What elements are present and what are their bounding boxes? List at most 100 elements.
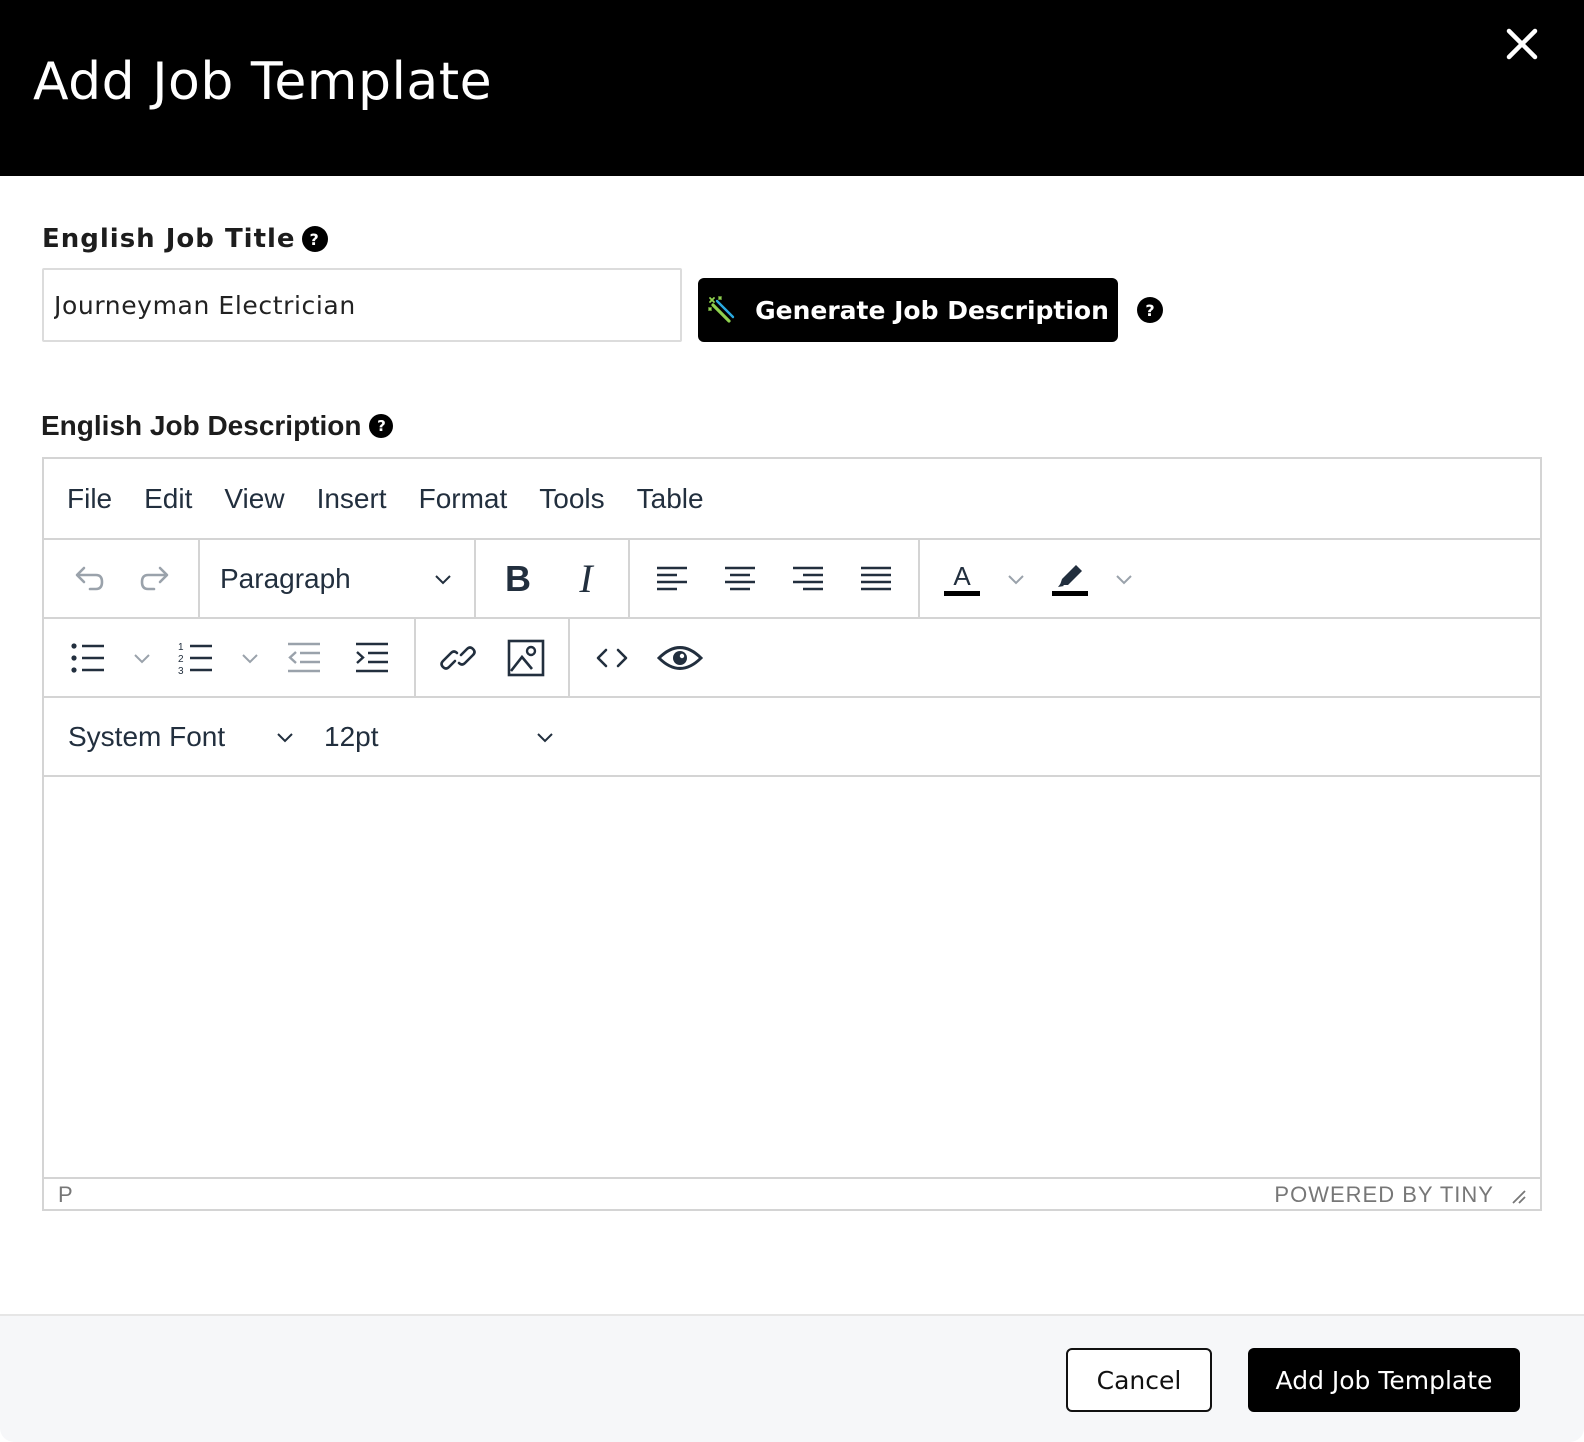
menu-view[interactable]: View — [208, 483, 300, 515]
help-icon[interactable]: ? — [301, 226, 328, 252]
source-code-button[interactable] — [580, 628, 644, 688]
editor-toolbar-row: System Font 12pt — [44, 696, 1540, 775]
insert-group — [416, 619, 570, 696]
outdent-button[interactable] — [272, 628, 336, 688]
indent-icon — [356, 642, 388, 672]
alignment-group — [630, 540, 920, 617]
job-title-input[interactable] — [42, 268, 682, 342]
menu-format[interactable]: Format — [403, 483, 524, 515]
chevron-down-icon — [537, 732, 553, 742]
align-justify-icon — [861, 566, 891, 590]
indent-button[interactable] — [340, 628, 404, 688]
italic-icon: I — [579, 556, 593, 601]
image-button[interactable] — [494, 628, 558, 688]
svg-text:3: 3 — [178, 666, 184, 676]
magic-wand-icon — [708, 296, 735, 323]
chevron-down-icon — [242, 653, 258, 663]
italic-button[interactable]: I — [554, 549, 618, 609]
help-icon[interactable]: ? — [1137, 297, 1163, 323]
image-icon — [507, 639, 545, 676]
close-icon — [1506, 28, 1538, 60]
rich-text-editor: File Edit View Insert Format Tools Table… — [42, 457, 1542, 1211]
branding-link[interactable]: POWERED BY TINY — [1274, 1182, 1494, 1208]
statusbar-right: POWERED BY TINY — [1274, 1182, 1526, 1208]
bullet-list-dropdown[interactable] — [124, 628, 160, 688]
preview-eye-icon — [657, 645, 703, 670]
align-right-button[interactable] — [776, 549, 840, 609]
svg-text:2: 2 — [178, 654, 184, 665]
bold-button[interactable]: B — [486, 549, 550, 609]
preview-button[interactable] — [648, 628, 712, 688]
element-path[interactable]: P — [58, 1182, 73, 1208]
text-color-icon: A — [944, 561, 980, 596]
generate-job-description-button[interactable]: Generate Job Description — [698, 278, 1118, 342]
generate-button-label: Generate Job Description — [755, 295, 1109, 325]
dialog-footer: Cancel Add Job Template — [0, 1314, 1584, 1442]
editor-toolbar-row: 123 — [44, 617, 1540, 696]
align-right-icon — [793, 566, 823, 590]
redo-icon — [140, 566, 169, 590]
dialog-header: Add Job Template — [0, 0, 1584, 176]
job-description-label: English Job Description ? — [41, 410, 394, 442]
bullet-list-icon — [71, 642, 104, 673]
align-left-icon — [657, 566, 687, 590]
text-color-dropdown[interactable] — [998, 549, 1034, 609]
help-icon[interactable]: ? — [369, 414, 394, 438]
font-group: System Font 12pt — [44, 698, 580, 775]
svg-text:1: 1 — [178, 642, 184, 653]
job-description-label-text: English Job Description — [41, 410, 362, 441]
job-title-label-text: English Job Title — [42, 224, 296, 254]
chevron-down-icon — [277, 732, 293, 742]
align-left-button[interactable] — [640, 549, 704, 609]
menu-tools[interactable]: Tools — [523, 483, 620, 515]
redo-button[interactable] — [124, 549, 188, 609]
text-color-button[interactable]: A — [930, 549, 994, 609]
color-group: A — [920, 540, 1152, 617]
menu-file[interactable]: File — [67, 483, 128, 515]
editor-toolbar-row: Paragraph B I A — [44, 538, 1540, 617]
block-format-value: Paragraph — [220, 562, 351, 594]
numbered-list-button[interactable]: 123 — [164, 628, 228, 688]
formatting-group: B I — [476, 540, 630, 617]
font-size-value: 12pt — [324, 720, 379, 752]
highlight-dropdown[interactable] — [1106, 549, 1142, 609]
svg-text:A: A — [953, 561, 971, 591]
chevron-down-icon — [134, 653, 150, 663]
dialog-title: Add Job Template — [33, 52, 493, 112]
editor-menubar: File Edit View Insert Format Tools Table — [44, 459, 1540, 538]
history-group — [44, 540, 200, 617]
menu-edit[interactable]: Edit — [128, 483, 208, 515]
align-center-button[interactable] — [708, 549, 772, 609]
chevron-down-icon — [1116, 574, 1132, 584]
align-justify-button[interactable] — [844, 549, 908, 609]
menu-insert[interactable]: Insert — [301, 483, 403, 515]
numbered-list-icon: 123 — [178, 642, 212, 676]
block-format-select[interactable]: Paragraph — [206, 549, 468, 609]
job-title-label: English Job Title ? — [42, 224, 328, 254]
highlight-button[interactable] — [1038, 549, 1102, 609]
font-size-select[interactable]: 12pt — [310, 707, 570, 767]
cancel-button[interactable]: Cancel — [1066, 1348, 1212, 1412]
list-group: 123 — [44, 619, 416, 696]
font-family-select[interactable]: System Font — [54, 707, 310, 767]
numbered-list-dropdown[interactable] — [232, 628, 268, 688]
chevron-down-icon — [435, 574, 451, 584]
align-center-icon — [725, 566, 755, 590]
add-job-template-dialog: Add Job Template English Job Title ? Gen… — [0, 0, 1584, 1442]
outdent-icon — [288, 642, 320, 672]
block-format-group: Paragraph — [200, 540, 476, 617]
resize-handle-icon[interactable] — [1508, 1186, 1526, 1204]
menu-table[interactable]: Table — [621, 483, 720, 515]
font-family-value: System Font — [68, 720, 226, 752]
link-button[interactable] — [426, 628, 490, 688]
editor-content-area[interactable] — [44, 775, 1540, 1179]
source-code-icon — [596, 648, 628, 667]
highlight-icon — [1052, 564, 1088, 596]
add-job-template-button[interactable]: Add Job Template — [1248, 1348, 1520, 1412]
bullet-list-button[interactable] — [56, 628, 120, 688]
close-button[interactable] — [1500, 22, 1544, 66]
editor-statusbar: P POWERED BY TINY — [44, 1177, 1540, 1211]
undo-button[interactable] — [56, 549, 120, 609]
bold-icon: B — [505, 557, 531, 599]
chevron-down-icon — [1008, 574, 1024, 584]
